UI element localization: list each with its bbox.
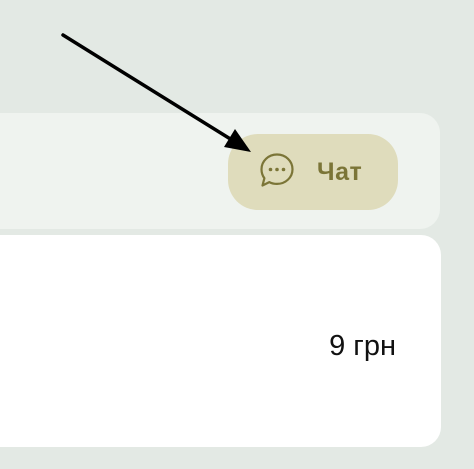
chat-button-label: Чат [317, 158, 363, 186]
chat-button[interactable]: Чат [228, 134, 398, 210]
price-text: 9 грн [329, 330, 396, 362]
item-card: 9 грн [0, 235, 441, 447]
chat-bubble-dots-icon [260, 153, 294, 187]
